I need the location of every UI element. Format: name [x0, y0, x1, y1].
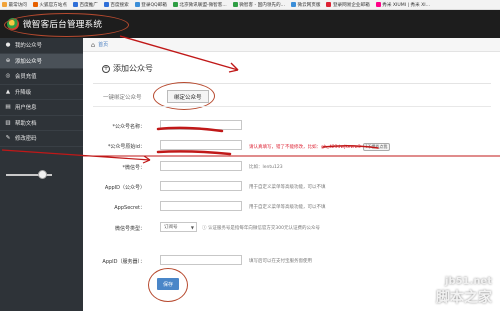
key-icon: ✎ [5, 135, 11, 142]
sidebar-item-user-info[interactable]: ▤ 用户信息 [0, 100, 83, 116]
bookmark-item[interactable]: 北京微讯联盟-微智客... [172, 2, 227, 8]
slider-track[interactable] [6, 170, 52, 179]
doc-icon: ▤ [5, 104, 11, 111]
plus-circle-icon: ⊕ [5, 57, 11, 64]
up-arrow-icon: ▲ [5, 88, 11, 95]
bookmark-favicon-icon [134, 2, 140, 7]
wechat-id-field[interactable] [160, 161, 242, 171]
bookmark-favicon-icon [103, 2, 109, 7]
tab-quick-bind[interactable]: 一键绑定公众号 [103, 93, 142, 101]
chevron-down-icon: ▼ [190, 224, 194, 230]
account-name-field[interactable] [160, 120, 242, 130]
bookmark-favicon-icon [326, 2, 332, 7]
divider [93, 83, 491, 84]
sidebar-item-label: 添加公众号 [15, 58, 42, 65]
pay-appid-hint: 填写后可以在支付宝服务窗使用 [249, 259, 312, 264]
sidebar-item-add-account[interactable]: ⊕ 添加公众号 [0, 53, 83, 69]
divider [93, 106, 491, 107]
slider-handle[interactable] [38, 170, 47, 179]
bookmark-item[interactable]: 最常访问 [2, 2, 27, 8]
bookmark-item[interactable]: 登录网易企业邮箱 [326, 2, 370, 8]
bookmark-item[interactable]: 百度搜索 [103, 2, 129, 8]
coin-icon: ◎ [5, 73, 11, 80]
app-header: 微智客后台管理系统 [0, 10, 500, 38]
pay-appid-label: AppID（服务器）： [102, 259, 145, 265]
origin-id-label: *公众号原始id： [107, 144, 145, 150]
home-icon[interactable]: ⌂ [91, 41, 95, 49]
sidebar-item-label: 会员充值 [15, 74, 37, 81]
book-icon: ▥ [5, 119, 11, 126]
sidebar-item-label: 我的公众号 [15, 43, 42, 50]
type-label: 微信号类型： [114, 226, 145, 232]
origin-id-field[interactable] [160, 140, 242, 150]
app-logo-icon [7, 18, 19, 30]
sidebar-item-label: 用户信息 [15, 105, 37, 112]
breadcrumb-home-link[interactable]: 首页 [98, 41, 108, 48]
appid-label: AppID（公众号） [104, 185, 145, 191]
page-title: + 添加公众号 [102, 64, 153, 73]
server-appid-field[interactable] [160, 255, 242, 265]
type-hint: ⓘ 认证服务号是指每年向微信官方交300元认证费的公众号 [202, 226, 321, 231]
sidebar-slider[interactable] [0, 168, 83, 182]
bookmark-item[interactable]: 火狐官方站点 [32, 2, 67, 8]
appsecret-label: AppSecret： [114, 205, 145, 211]
bookmark-favicon-icon [375, 2, 381, 7]
bookmark-item[interactable]: 登录QQ邮箱 [134, 2, 167, 8]
appid-hint: 用于自定义菜单等高级功能，可以不填 [249, 185, 326, 190]
appid-field[interactable] [160, 181, 242, 191]
bookmark-item[interactable]: 微云网页版 [290, 2, 320, 8]
main-content: ⌂ 首页 + 添加公众号 一键绑定公众号 绑定公众号 *公众号名称： *公众号原… [83, 38, 500, 311]
sidebar-item-label: 升降级 [15, 89, 32, 96]
app-title: 微智客后台管理系统 [23, 20, 103, 30]
bookmark-favicon-icon [172, 2, 178, 7]
appsecret-field[interactable] [160, 201, 242, 211]
appsecret-hint: 用于自定义菜单等高级功能，可以不填 [249, 205, 326, 210]
bookmark-item[interactable]: 微智客 - 国内领先的... [232, 2, 285, 8]
sidebar-item-recharge[interactable]: ◎ 会员充值 [0, 69, 83, 85]
help-button[interactable]: ?不懂找点我 [362, 143, 390, 151]
save-button[interactable]: 保存 [157, 278, 179, 290]
sidebar-item-upgrade[interactable]: ▲ 升降级 [0, 85, 83, 100]
origin-id-hint: 请认真填写，错了不能修改，比如：gh_423dwjkeww3 ?不懂找点我 [249, 143, 390, 151]
tab-bind-account[interactable]: 绑定公众号 [167, 90, 209, 103]
sidebar-item-my-accounts[interactable]: ● 我的公众号 [0, 38, 83, 54]
help-icon[interactable]: ⓘ [202, 226, 207, 231]
bookmark-favicon-icon [232, 2, 238, 7]
bookmark-favicon-icon [290, 2, 296, 7]
bookmark-item[interactable]: 秀米 XIUMI | 秀米 XI... [375, 2, 430, 8]
account-type-select[interactable]: 订阅号 ▼ [160, 222, 197, 232]
bookmark-favicon-icon [72, 2, 78, 7]
sidebar-item-change-password[interactable]: ✎ 修改密码 [0, 131, 83, 147]
watermark: jb51.net 脚本之家 [436, 276, 492, 306]
bookmark-item[interactable]: 百度推广 [72, 2, 98, 8]
breadcrumb: ⌂ 首页 [83, 38, 500, 52]
sidebar-item-help[interactable]: ▥ 帮助文档 [0, 116, 83, 131]
wechat-hint: 比如：lentu123 [249, 165, 283, 170]
name-label: *公众号名称： [112, 124, 145, 130]
bookmark-favicon-icon [32, 2, 38, 7]
wechat-label: *微信号： [122, 165, 145, 171]
sidebar-item-label: 修改密码 [15, 136, 37, 143]
plus-circle-icon: + [102, 64, 110, 73]
sidebar: ● 我的公众号 ⊕ 添加公众号 ◎ 会员充值 ▲ 升降级 ▤ 用户信息 ▥ 帮助… [0, 38, 83, 311]
bookmark-favicon-icon [2, 2, 7, 7]
user-icon: ● [5, 42, 11, 49]
bookmarks-bar: 最常访问 火狐官方站点 百度推广 百度搜索 登录QQ邮箱 北京微讯联盟-微智客.… [0, 0, 500, 10]
sidebar-item-label: 帮助文档 [15, 120, 37, 127]
